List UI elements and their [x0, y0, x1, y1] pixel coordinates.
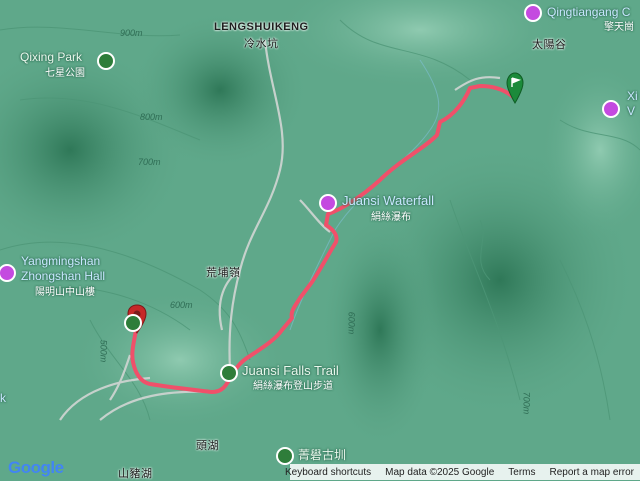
qixing-park-zh: 七星公園: [45, 68, 85, 79]
terms-link[interactable]: Terms: [508, 467, 535, 478]
tree-icon[interactable]: [97, 52, 115, 70]
canal-label[interactable]: 菁礐古圳: [298, 446, 346, 463]
terrain-map[interactable]: [0, 0, 640, 480]
contour-label: 900m: [120, 28, 143, 38]
partial-poi-label-1[interactable]: Xi: [627, 89, 638, 103]
toutou-label: 頭湖: [196, 440, 219, 452]
map-footer: Keyboard shortcuts Map data ©2025 Google…: [285, 464, 640, 480]
lengshuikeng-label: LENGSHUIKENG: [214, 21, 309, 33]
trail-label[interactable]: Juansi Falls Trail: [242, 363, 339, 378]
contour-label: 600m: [346, 311, 357, 335]
google-logo-text: Google: [8, 458, 64, 477]
camera-icon[interactable]: [524, 4, 542, 22]
start-flag-marker[interactable]: [506, 72, 524, 104]
valley-shade: [320, 210, 440, 450]
hiker-icon[interactable]: [276, 447, 294, 465]
google-logo: Google: [8, 458, 64, 478]
contour-label: 700m: [521, 391, 532, 415]
camera-icon[interactable]: [319, 194, 337, 212]
report-map-error-link[interactable]: Report a map error: [550, 467, 634, 478]
shanzhuhu-label: 山豬湖: [118, 468, 153, 480]
keyboard-shortcuts-link[interactable]: Keyboard shortcuts: [285, 467, 371, 478]
zhongshan-label-1[interactable]: Yangmingshan: [21, 254, 100, 268]
hiker-icon[interactable]: [220, 364, 238, 382]
waterfall-label[interactable]: Juansi Waterfall: [342, 193, 434, 208]
camera-icon[interactable]: [602, 100, 620, 118]
huangpu-label: 荒埔嶺: [206, 267, 241, 279]
qixing-park-label[interactable]: Qixing Park: [20, 50, 82, 64]
contour-label: 600m: [170, 300, 193, 310]
partial-poi-label-2[interactable]: V: [627, 104, 635, 118]
zhongshan-label-2[interactable]: Zhongshan Hall: [21, 269, 105, 283]
zhongshan-zh: 陽明山中山樓: [35, 287, 95, 298]
waterfall-zh: 絹絲瀑布: [371, 212, 411, 223]
partial-poi-label-3[interactable]: k: [0, 391, 6, 405]
qingtiangang-zh: 擎天崗: [604, 22, 634, 33]
pin-icon: [506, 72, 524, 104]
trail-zh: 絹絲瀑布登山步道: [253, 381, 333, 392]
map-data-attribution: Map data ©2025 Google: [385, 466, 495, 478]
taiyanggu-label: 太陽谷: [532, 39, 567, 51]
qingtiangang-label[interactable]: Qingtiangang C: [547, 5, 630, 19]
contour-label: 700m: [138, 157, 161, 167]
contour-label: 800m: [140, 112, 163, 122]
contour-label: 500m: [98, 339, 109, 363]
lengshuikeng-zh: 冷水坑: [244, 38, 279, 50]
hiker-icon[interactable]: [124, 314, 142, 332]
